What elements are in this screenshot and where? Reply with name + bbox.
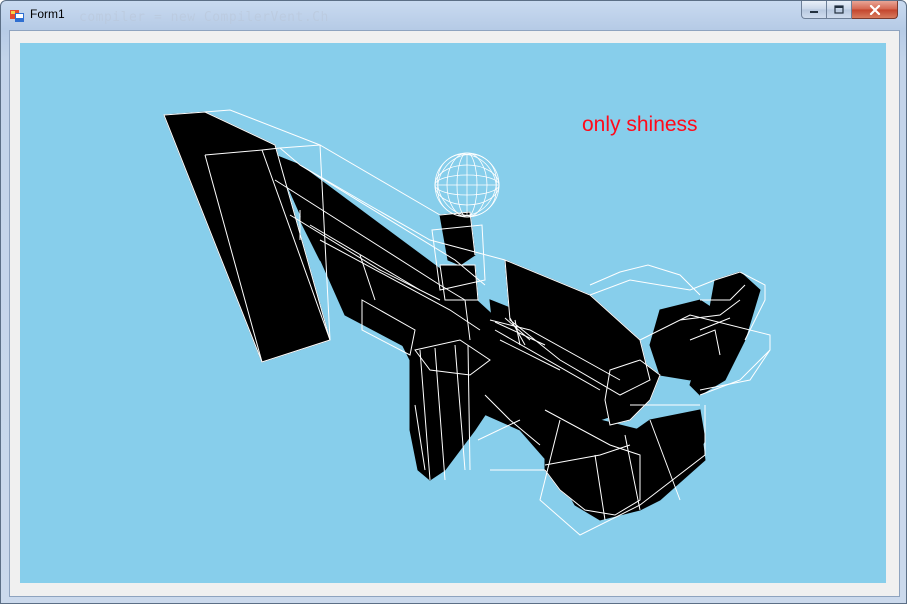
light-sphere-icon [434, 152, 500, 218]
window-title: Form1 [30, 7, 65, 21]
caption-buttons [801, 1, 898, 20]
minimize-icon [810, 10, 818, 13]
maximize-icon [834, 5, 844, 14]
render-viewport[interactable]: only shiness [20, 43, 886, 583]
app-icon[interactable] [10, 8, 24, 22]
close-button[interactable] [852, 1, 898, 19]
model-solid [163, 111, 761, 521]
maximize-button[interactable] [827, 1, 852, 19]
minimize-button[interactable] [801, 1, 827, 19]
background-code-ghost: compiler = new CompilerVent.Ch [79, 10, 329, 25]
close-icon [869, 4, 880, 15]
wireframe-3d-model [163, 109, 771, 536]
shininess-label: only shiness [582, 113, 698, 136]
title-bar[interactable]: Form1 compiler = new CompilerVent.Ch [1, 1, 906, 29]
